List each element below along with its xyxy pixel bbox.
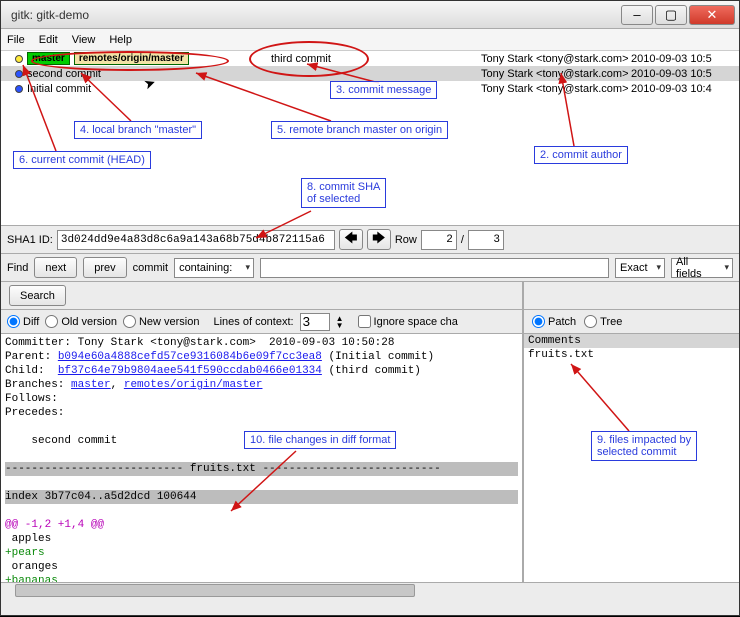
menu-edit[interactable]: Edit [39, 34, 58, 46]
lower-panels: Search Diff Old version New version Line… [1, 282, 739, 582]
commit-date: 2010-09-03 10:5 [631, 53, 712, 65]
nav-forward-button[interactable]: 🡆 [367, 229, 391, 250]
commit-author: Tony Stark <tony@stark.com> [481, 53, 631, 65]
old-radio[interactable]: Old version [45, 315, 117, 328]
commit-dot-icon [15, 55, 23, 63]
find-fields-select[interactable]: All fields [671, 258, 733, 278]
sha-toolbar: SHA1 ID: 🡄 🡆 Row / [1, 226, 739, 254]
find-exact-select[interactable]: Exact [615, 258, 665, 278]
commit-message: third commit [271, 53, 481, 65]
minimize-button[interactable]: – [621, 5, 653, 25]
find-next-button[interactable]: next [34, 257, 77, 278]
file-header: Patch Tree [524, 310, 739, 334]
ignore-space-checkbox[interactable]: Ignore space cha [358, 315, 458, 328]
diff-options: Diff Old version New version Lines of co… [1, 310, 522, 334]
find-label: Find [7, 262, 28, 274]
row-current-input[interactable] [421, 230, 457, 250]
diff-panel: Search Diff Old version New version Line… [1, 282, 524, 582]
file-item[interactable]: fruits.txt [524, 348, 739, 362]
commit-message: Initial commit [27, 83, 91, 95]
diff-radio[interactable]: Diff [7, 315, 39, 328]
lines-spinner-icon[interactable]: ▲▼ [336, 315, 344, 329]
lines-input[interactable] [300, 313, 330, 331]
commit-list: master remotes/origin/master third commi… [1, 51, 739, 226]
window-buttons: – ▢ ✕ [621, 5, 735, 25]
row-sep: / [461, 234, 464, 246]
row-label: Row [395, 234, 417, 246]
menu-help[interactable]: Help [109, 34, 132, 46]
commit-row[interactable]: second commit Tony Stark <tony@stark.com… [1, 66, 739, 81]
search-button[interactable]: Search [9, 285, 66, 306]
maximize-button[interactable]: ▢ [655, 5, 687, 25]
bottom-scrollbar[interactable] [1, 582, 739, 598]
file-list[interactable]: Comments fruits.txt [524, 334, 739, 582]
find-mode-select[interactable]: containing: [174, 258, 254, 278]
commit-row[interactable]: Initial commit Tony Stark <tony@stark.co… [1, 81, 739, 96]
diff-text[interactable]: Committer: Tony Stark <tony@stark.com> 2… [1, 334, 522, 582]
window-title: gitk: gitk-demo [11, 8, 621, 22]
app-window: gitk: gitk-demo – ▢ ✕ File Edit View Hel… [0, 0, 740, 616]
find-commit-label: commit [133, 262, 168, 274]
branch-remote-tag[interactable]: remotes/origin/master [74, 52, 189, 65]
tree-radio[interactable]: Tree [584, 315, 622, 328]
commit-date: 2010-09-03 10:4 [631, 83, 712, 95]
commit-dot-icon [15, 70, 23, 78]
menu-file[interactable]: File [7, 34, 25, 46]
file-comments[interactable]: Comments [524, 334, 739, 348]
menu-view[interactable]: View [72, 34, 96, 46]
row-total [468, 230, 504, 250]
find-prev-button[interactable]: prev [83, 257, 126, 278]
new-radio[interactable]: New version [123, 315, 200, 328]
find-input[interactable] [260, 258, 609, 278]
sha-label: SHA1 ID: [7, 234, 53, 246]
file-panel: Patch Tree Comments fruits.txt [524, 282, 739, 582]
commit-dot-icon [15, 85, 23, 93]
patch-radio[interactable]: Patch [532, 315, 576, 328]
close-button[interactable]: ✕ [689, 5, 735, 25]
menubar: File Edit View Help [1, 29, 739, 51]
nav-back-button[interactable]: 🡄 [339, 229, 363, 250]
commit-author: Tony Stark <tony@stark.com> [481, 68, 631, 80]
commit-date: 2010-09-03 10:5 [631, 68, 712, 80]
commit-message: second commit [27, 68, 101, 80]
commit-row[interactable]: master remotes/origin/master third commi… [1, 51, 739, 66]
commit-author: Tony Stark <tony@stark.com> [481, 83, 631, 95]
sha-input[interactable] [57, 230, 335, 250]
lines-label: Lines of context: [213, 316, 293, 328]
branch-local-tag[interactable]: master [27, 52, 70, 65]
find-toolbar: Find next prev commit containing: Exact … [1, 254, 739, 282]
titlebar: gitk: gitk-demo – ▢ ✕ [1, 1, 739, 29]
